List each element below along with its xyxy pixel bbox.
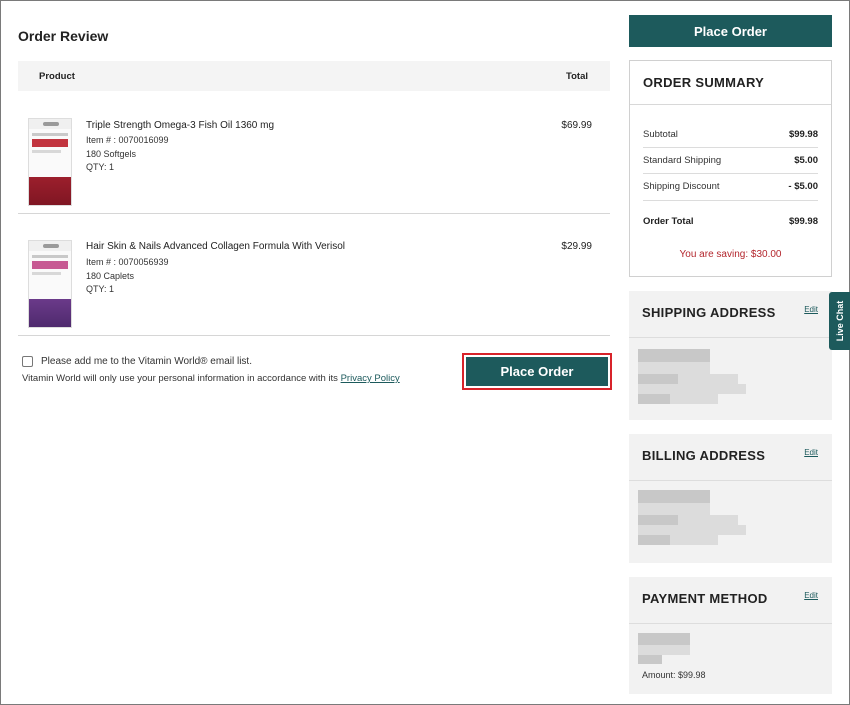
shipping-row: Standard Shipping $5.00 <box>643 155 818 166</box>
place-order-highlight: Place Order <box>462 353 612 390</box>
payment-amount: Amount: $99.98 <box>642 670 706 680</box>
live-chat-label: Live Chat <box>834 300 845 342</box>
live-chat-tab[interactable]: Live Chat <box>829 292 850 350</box>
subtotal-label: Subtotal <box>643 129 678 140</box>
subtotal-value: $99.98 <box>788 129 818 140</box>
subtotal-row: Subtotal $99.98 <box>643 129 818 140</box>
order-total-row: Order Total $99.98 <box>643 216 818 227</box>
discount-row: Shipping Discount - $5.00 <box>643 181 818 192</box>
column-header-product: Product <box>39 71 75 82</box>
product-details: Item # : 0070056939 180 Caplets QTY: 1 <box>86 256 169 297</box>
page-title: Order Review <box>18 28 109 44</box>
payment-method-panel: PAYMENT METHOD Edit Amount: $99.98 <box>629 577 832 694</box>
item-qty: QTY: 1 <box>86 162 115 172</box>
column-header-total: Total <box>566 71 588 82</box>
product-details: Item # : 0070016099 180 Softgels QTY: 1 <box>86 134 169 175</box>
item-count: 180 Caplets <box>86 270 135 281</box>
order-total-label: Order Total <box>643 216 694 227</box>
billing-address-title: BILLING ADDRESS <box>642 448 766 463</box>
product-name[interactable]: Triple Strength Omega-3 Fish Oil 1360 mg <box>86 120 274 131</box>
edit-shipping-link[interactable]: Edit <box>804 305 818 314</box>
shipping-label: Standard Shipping <box>643 155 722 166</box>
privacy-policy-link[interactable]: Privacy Policy <box>341 373 400 384</box>
email-opt-in-label: Please add me to the Vitamin World® emai… <box>41 356 252 367</box>
email-opt-in-checkbox[interactable] <box>22 356 33 367</box>
product-image[interactable] <box>28 118 72 206</box>
billing-address-panel: BILLING ADDRESS Edit <box>629 434 832 563</box>
panel-header: SHIPPING ADDRESS Edit <box>629 291 832 338</box>
order-item: Triple Strength Omega-3 Fish Oil 1360 mg… <box>18 91 610 214</box>
item-number: Item # : 0070056939 <box>86 257 169 267</box>
order-summary-title: ORDER SUMMARY <box>643 75 765 90</box>
product-name[interactable]: Hair Skin & Nails Advanced Collagen Form… <box>86 241 345 252</box>
payment-method-title: PAYMENT METHOD <box>642 591 768 606</box>
order-total-value: $99.98 <box>788 216 818 227</box>
savings-text: You are saving: $30.00 <box>679 249 782 260</box>
edit-billing-link[interactable]: Edit <box>804 448 818 457</box>
edit-payment-link[interactable]: Edit <box>804 591 818 600</box>
item-count: 180 Softgels <box>86 148 137 159</box>
divider <box>630 104 831 105</box>
item-number: Item # : 0070016099 <box>86 135 169 145</box>
place-order-button-top[interactable]: Place Order <box>629 15 832 47</box>
shipping-value: $5.00 <box>794 155 818 166</box>
panel-header: PAYMENT METHOD Edit <box>629 577 832 624</box>
item-price: $29.99 <box>561 241 592 252</box>
table-header: Product Total <box>18 61 610 91</box>
discount-value: - $5.00 <box>788 181 818 192</box>
product-image[interactable] <box>28 240 72 328</box>
shipping-address-title: SHIPPING ADDRESS <box>642 305 776 320</box>
divider <box>643 147 818 148</box>
order-summary: ORDER SUMMARY Subtotal $99.98 Standard S… <box>629 60 832 277</box>
privacy-notice: Vitamin World will only use your persona… <box>22 373 400 384</box>
order-item: Hair Skin & Nails Advanced Collagen Form… <box>18 214 610 336</box>
item-qty: QTY: 1 <box>86 284 115 294</box>
panel-header: BILLING ADDRESS Edit <box>629 434 832 481</box>
divider <box>643 200 818 201</box>
place-order-button[interactable]: Place Order <box>466 357 608 386</box>
item-price: $69.99 <box>561 120 592 131</box>
divider <box>643 173 818 174</box>
discount-label: Shipping Discount <box>643 181 720 192</box>
email-opt-in: Please add me to the Vitamin World® emai… <box>22 356 252 367</box>
privacy-text: Vitamin World will only use your persona… <box>22 373 341 384</box>
shipping-address-panel: SHIPPING ADDRESS Edit <box>629 291 832 420</box>
